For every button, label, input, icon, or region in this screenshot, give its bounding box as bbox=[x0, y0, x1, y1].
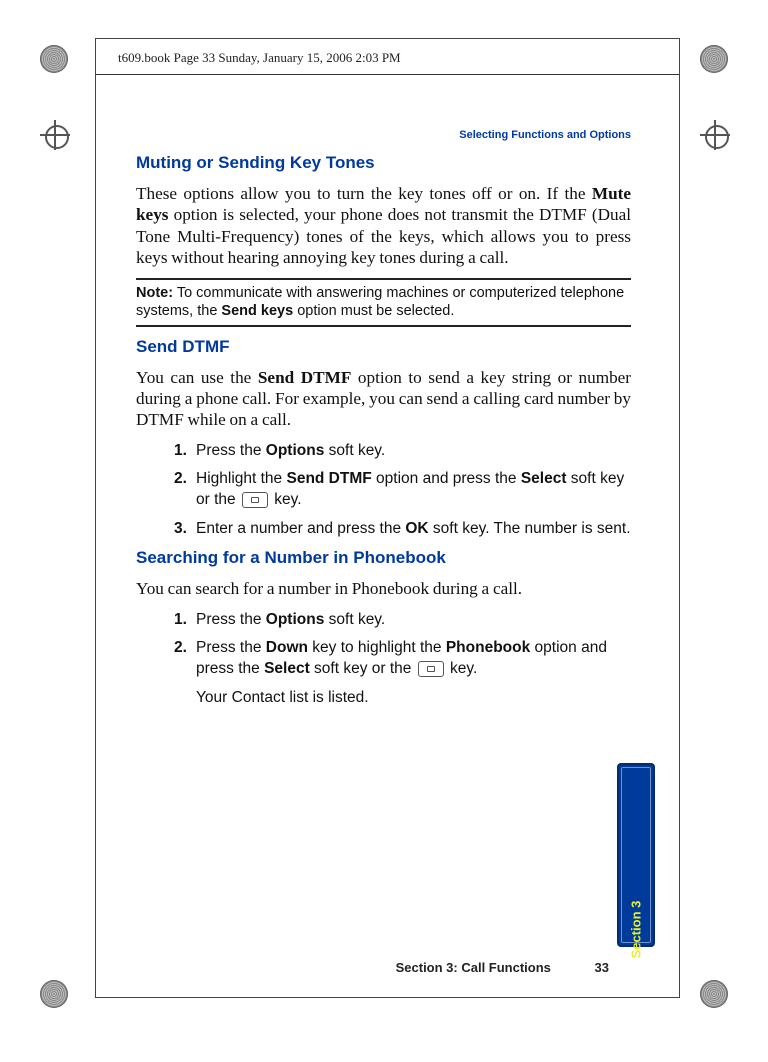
step-2: 2. Highlight the Send DTMF option and pr… bbox=[174, 469, 631, 511]
steps-phonebook: 1. Press the Options soft key. 2. Press … bbox=[174, 610, 631, 710]
footer-page-number: 33 bbox=[595, 960, 609, 975]
crop-mark-top-right bbox=[700, 45, 728, 73]
step-3: 3. Enter a number and press the OK soft … bbox=[174, 519, 631, 540]
step-1: 1. Press the Options soft key. bbox=[174, 441, 631, 462]
footer-section-label: Section 3: Call Functions bbox=[396, 960, 551, 975]
paragraph-muting: These options allow you to turn the key … bbox=[136, 183, 631, 268]
section-side-tab: Section 3 bbox=[617, 763, 655, 947]
crop-mark-bottom-right bbox=[700, 980, 728, 1008]
divider-bottom bbox=[136, 325, 631, 327]
divider-top bbox=[136, 278, 631, 280]
step-pb-1: 1. Press the Options soft key. bbox=[174, 610, 631, 631]
registration-mark-left bbox=[40, 120, 70, 150]
crop-mark-top-left bbox=[40, 45, 68, 73]
registration-mark-right bbox=[700, 120, 730, 150]
steps-send-dtmf: 1. Press the Options soft key. 2. Highli… bbox=[174, 441, 631, 541]
page-frame: t609.book Page 33 Sunday, January 15, 20… bbox=[95, 38, 680, 998]
heading-search-phonebook: Searching for a Number in Phonebook bbox=[136, 548, 631, 568]
page-footer: Section 3: Call Functions 33 bbox=[396, 960, 609, 975]
running-head: Selecting Functions and Options bbox=[136, 129, 631, 141]
step-pb-result: Your Contact list is listed. bbox=[196, 688, 631, 709]
heading-send-dtmf: Send DTMF bbox=[136, 337, 631, 357]
ok-key-icon bbox=[418, 661, 444, 677]
paragraph-send-dtmf: You can use the Send DTMF option to send… bbox=[136, 367, 631, 431]
step-pb-2: 2. Press the Down key to highlight the P… bbox=[174, 638, 631, 709]
page-content: Selecting Functions and Options Muting o… bbox=[136, 129, 631, 717]
print-meta-header: t609.book Page 33 Sunday, January 15, 20… bbox=[96, 39, 679, 75]
section-side-label: Section 3 bbox=[629, 901, 644, 959]
paragraph-search-phonebook: You can search for a number in Phonebook… bbox=[136, 578, 631, 599]
note-sendkeys: Note: To communicate with answering mach… bbox=[136, 284, 631, 320]
heading-muting: Muting or Sending Key Tones bbox=[136, 153, 631, 173]
ok-key-icon bbox=[242, 492, 268, 508]
crop-mark-bottom-left bbox=[40, 980, 68, 1008]
